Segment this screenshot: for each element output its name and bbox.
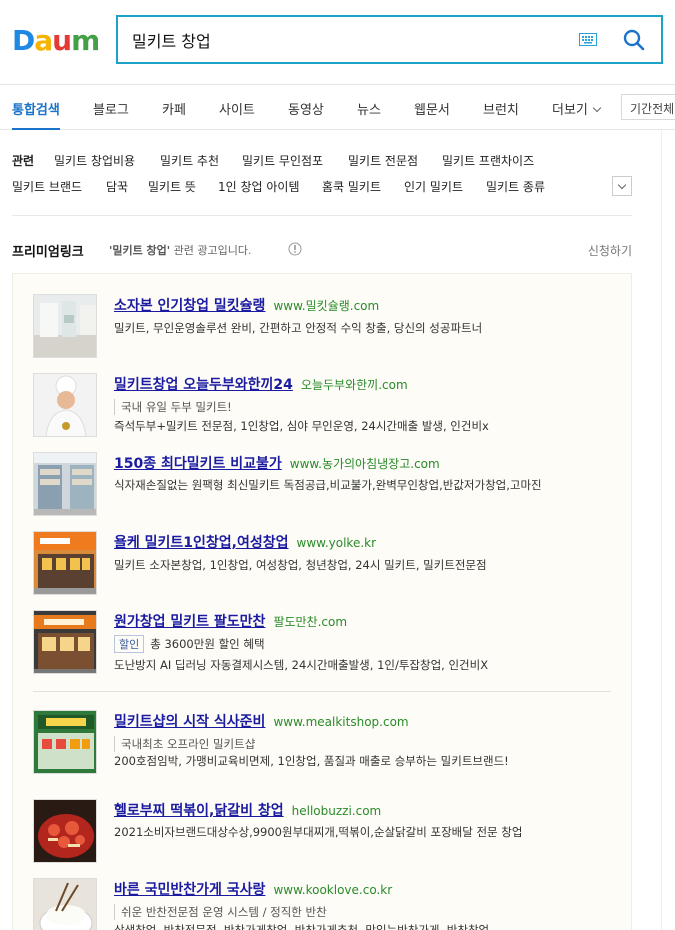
info-icon[interactable] [288, 242, 302, 256]
related-item[interactable]: 밀키트 창업비용 [54, 152, 135, 169]
ad-url[interactable]: www.농가의아침냉장고.com [290, 455, 440, 472]
ad-title-text: 원가창업 밀키트 팔도만찬 [114, 614, 266, 630]
daum-logo[interactable]: Daum [12, 24, 98, 56]
related-item[interactable]: 홈쿡 밀키트 [322, 178, 381, 195]
related-item[interactable]: 1인 창업 아이템 [218, 178, 300, 195]
related-item[interactable]: 담꾹 [106, 178, 128, 195]
related-title: 관련 [12, 154, 35, 168]
related-item[interactable]: 밀키트 브랜드 [12, 178, 82, 195]
ad-thumbnail[interactable] [33, 373, 97, 437]
premium-ad-list: 소자본 인기창업 밀킷슐랭 www.밀킷슐랭.com 밀키트, 무인운영솔루션 완… [12, 273, 632, 930]
ad-url[interactable]: www.kooklove.co.kr [273, 883, 392, 897]
tab-web[interactable]: 웹문서 [414, 99, 450, 118]
related-item[interactable]: 밀키트 전문점 [348, 152, 418, 169]
premium-title: 프리미엄링크 [12, 245, 84, 260]
ad-url[interactable]: www.mealkitshop.com [273, 715, 408, 729]
related-item[interactable]: 밀키트 종류 [486, 178, 545, 195]
ad-title-text: 소자본 인기창업 밀킷슐랭 [114, 298, 266, 314]
page-scrollbar[interactable] [661, 130, 675, 930]
search-icon[interactable] [623, 29, 645, 51]
tab-more-label: 더보기 [552, 103, 588, 118]
ad-description: 상생창업, 반찬전문점, 반찬가게창업, 반찬가게추천, 맛있는반찬가게, 반찬… [114, 923, 490, 930]
tab-all[interactable]: 통합검색 [12, 99, 60, 118]
ad-thumbnail[interactable] [33, 531, 97, 595]
ad-title-text: 150종 최다밀키트 비교불가 [114, 456, 282, 472]
ad-url[interactable]: www.밀킷슐랭.com [273, 297, 379, 314]
related-searches: 관련 밀키트 창업비용 밀키트 추천 밀키트 무인점포 밀키트 전문점 밀키트 … [12, 150, 632, 216]
tab-brunch[interactable]: 브런치 [483, 99, 519, 118]
ad-description: 2021소비자브랜드대상수상,9900원부대찌개,떡볶이,순살닭갈비 포장배달 … [114, 825, 523, 839]
ad-description: 200호점임박, 가맹비교육비면제, 1인창업, 품질과 매출로 승부하는 밀키… [114, 754, 509, 768]
ad-description: 밀키트, 무인운영솔루션 완비, 간편하고 안정적 수익 창출, 당신의 성공파… [114, 321, 483, 335]
ad-title-text: 밀키트창업 오늘두부와한끼24 [114, 377, 293, 393]
related-item[interactable]: 인기 밀키트 [404, 178, 463, 195]
tab-cafe[interactable]: 카페 [162, 99, 186, 118]
keyboard-icon[interactable] [579, 33, 597, 46]
ad-description: 즉석두부+밀키트 전문점, 1인창업, 심야 무인운영, 24시간매출 발생, … [114, 419, 489, 433]
premium-header: 프리미엄링크 '밀키트 창업' 관련 광고입니다. 신청하기 [12, 240, 632, 260]
ad-thumbnail[interactable] [33, 452, 97, 516]
ad-title[interactable]: 밀키트샵의 시작 식사준비 www.mealkitshop.com [114, 711, 409, 731]
tab-site[interactable]: 사이트 [219, 99, 255, 118]
ad-promo: 할인 총 3600만원 할인 혜택 [114, 635, 265, 653]
ad-description: 도난방지 AI 딥러닝 자동결제시스템, 24시간매출발생, 1인/투잡창업, … [114, 658, 489, 672]
ad-title[interactable]: 욜케 밀키트1인창업,여성창업 www.yolke.kr [114, 532, 376, 552]
ad-thumbnail[interactable] [33, 294, 97, 358]
ad-subtitle: 국내 유일 두부 밀키트! [114, 399, 232, 415]
related-expand-button[interactable] [612, 176, 632, 196]
ad-title[interactable]: 헬로부찌 떡볶이,닭갈비 창업 hellobuzzi.com [114, 800, 381, 820]
ad-title-text: 욜케 밀키트1인창업,여성창업 [114, 535, 289, 551]
tab-blog[interactable]: 블로그 [93, 99, 129, 118]
ad-divider [33, 691, 611, 692]
ad-promo-text: 총 3600만원 할인 혜택 [150, 637, 265, 651]
search-box [116, 15, 663, 64]
ad-title[interactable]: 밀키트창업 오늘두부와한끼24 오늘두부와한끼.com [114, 374, 408, 394]
ad-title-text: 헬로부찌 떡볶이,닭갈비 창업 [114, 803, 284, 819]
ad-thumbnail[interactable] [33, 610, 97, 674]
search-input[interactable] [132, 27, 572, 53]
ad-url[interactable]: www.yolke.kr [297, 536, 377, 550]
active-tab-indicator [12, 128, 60, 130]
apply-link[interactable]: 신청하기 [588, 242, 632, 259]
ad-url[interactable]: 팔도만찬.com [273, 613, 347, 630]
related-item[interactable]: 밀키트 무인점포 [242, 152, 323, 169]
ad-subtitle: 국내최초 오프라인 밀키트샵 [114, 736, 255, 752]
ad-title[interactable]: 바른 국민반찬가게 국사랑 www.kooklove.co.kr [114, 879, 392, 899]
search-tabs: 통합검색 블로그 카페 사이트 동영상 뉴스 웹문서 브런치 더보기 [0, 84, 675, 130]
ad-thumbnail[interactable] [33, 799, 97, 863]
ad-title-text: 밀키트샵의 시작 식사준비 [114, 714, 266, 730]
related-item[interactable]: 밀키트 추천 [160, 152, 219, 169]
ad-title-text: 바른 국민반찬가게 국사랑 [114, 882, 266, 898]
ad-title[interactable]: 소자본 인기창업 밀킷슐랭 www.밀킷슐랭.com [114, 295, 379, 315]
related-item[interactable]: 밀키트 프랜차이즈 [442, 152, 534, 169]
svg-text:Daum: Daum [12, 24, 98, 56]
ad-description: 밀키트 소자본창업, 1인창업, 여성창업, 청년창업, 24시 밀키트, 밀키… [114, 558, 487, 572]
premium-desc-text: 관련 광고입니다. [170, 244, 252, 257]
related-item[interactable]: 밀키트 뜻 [148, 178, 196, 195]
ad-thumbnail[interactable] [33, 878, 97, 930]
header: Daum [0, 0, 675, 84]
tab-news[interactable]: 뉴스 [357, 99, 381, 118]
discount-badge: 할인 [114, 635, 145, 653]
ad-subtitle: 쉬운 반찬전문점 운영 시스템 / 정직한 반찬 [114, 904, 327, 920]
ad-title[interactable]: 원가창업 밀키트 팔도만찬 팔도만찬.com [114, 611, 347, 631]
chevron-down-icon [592, 103, 602, 113]
premium-keyword: '밀키트 창업' [109, 244, 171, 257]
ad-description: 식자재손질없는 원팩형 최신밀키트 독점공급,비교불가,완벽무인창업,반값저가창… [114, 478, 542, 492]
ad-thumbnail[interactable] [33, 710, 97, 774]
ad-title[interactable]: 150종 최다밀키트 비교불가 www.농가의아침냉장고.com [114, 453, 440, 473]
tab-more[interactable]: 더보기 [552, 99, 602, 118]
period-filter[interactable]: 기간전체 [621, 94, 675, 120]
premium-desc: '밀키트 창업' 관련 광고입니다. [109, 242, 252, 258]
ad-url[interactable]: hellobuzzi.com [292, 804, 382, 818]
tab-video[interactable]: 동영상 [288, 99, 324, 118]
ad-url[interactable]: 오늘두부와한끼.com [301, 376, 408, 393]
